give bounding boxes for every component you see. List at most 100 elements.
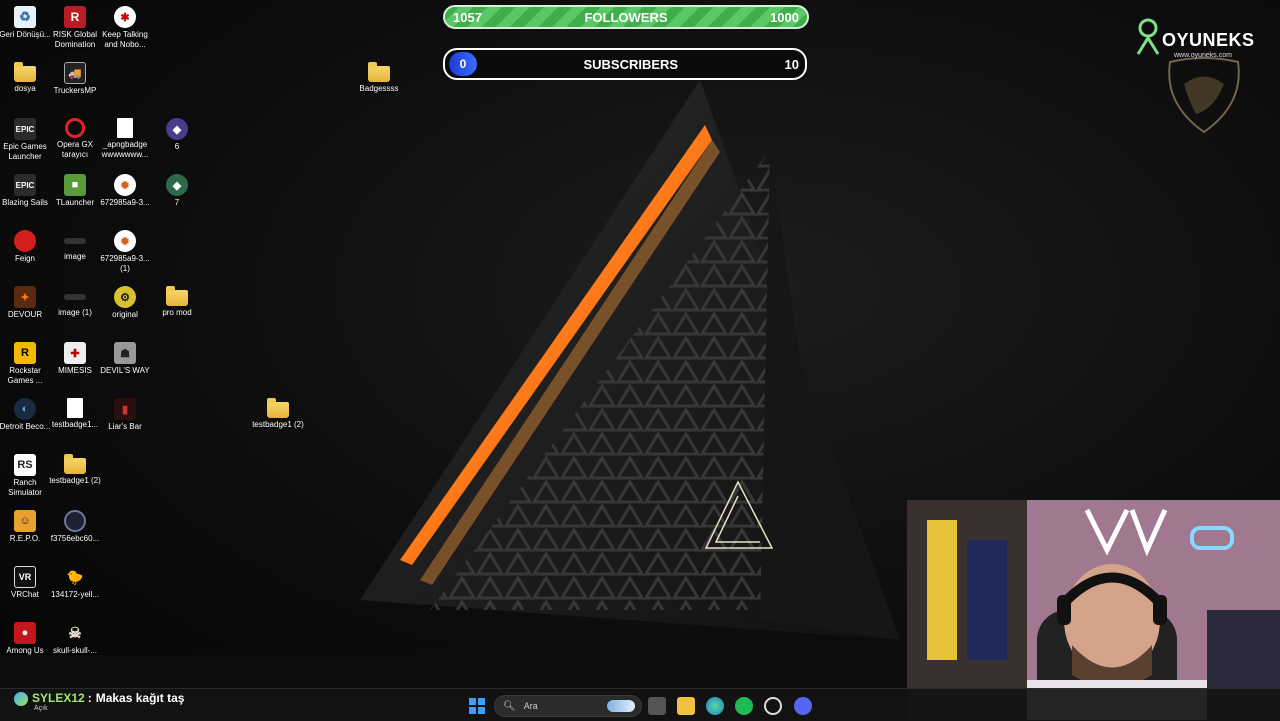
desktop-icon-tlauncher[interactable]: ■ TLauncher bbox=[50, 174, 100, 208]
desktop-icon-detroit[interactable]: ◐ Detroit Beco... bbox=[0, 398, 50, 432]
desktop-icon-truckersmp[interactable]: 🚚 TruckersMP bbox=[50, 62, 100, 96]
opera-icon bbox=[65, 118, 85, 138]
start-icon[interactable] bbox=[468, 697, 486, 715]
file-icon bbox=[117, 118, 133, 138]
search-placeholder: Ara bbox=[523, 701, 538, 711]
desktop-icon-risk[interactable]: R RISK Global Domination bbox=[50, 6, 100, 50]
desktop-icon-134172[interactable]: 🐤 134172-yell... bbox=[50, 566, 100, 600]
discord-icon[interactable] bbox=[794, 697, 812, 715]
desktop-icon-apngbadge[interactable]: _apngbadge wwwwwww... bbox=[100, 118, 150, 160]
recycle-bin-icon: ♻ bbox=[14, 6, 36, 28]
brand-url: www.oyuneks.com bbox=[1174, 52, 1232, 59]
chat-message: Makas kağıt taş bbox=[95, 691, 185, 705]
brand-name: OYUNEKS bbox=[1162, 30, 1255, 50]
desktop-icon-keep-talking[interactable]: ✱ Keep Talking and Nobo... bbox=[100, 6, 150, 50]
desktop-icon-pro-mod[interactable]: pro mod bbox=[152, 286, 202, 318]
folder-icon bbox=[267, 398, 289, 418]
widgets-icon[interactable] bbox=[607, 700, 635, 712]
subscribers-current: 0 bbox=[449, 52, 477, 76]
spotify-icon[interactable] bbox=[735, 697, 753, 715]
chat-separator: : bbox=[87, 691, 92, 705]
desktop-icon-skull[interactable]: ☠ skull-skull-... bbox=[50, 622, 100, 656]
subscribers-goal-bar: 0 SUBSCRIBERS 10 bbox=[443, 48, 807, 80]
epic-icon: EPIC bbox=[14, 118, 36, 140]
folder-icon bbox=[14, 62, 36, 82]
desktop-icon-epic-games[interactable]: EPIC Epic Games Launcher bbox=[0, 118, 50, 162]
desktop-icon-devils-way[interactable]: ☗ DEVIL'S WAY bbox=[100, 342, 150, 376]
taskbar-search-box[interactable]: 🔍︎ Ara bbox=[494, 695, 642, 717]
app-icon[interactable] bbox=[764, 697, 782, 715]
stream-chat-line: SYLEX12 : Makas kağıt taş Açık bbox=[14, 690, 184, 720]
gear-icon: ✹ bbox=[114, 230, 136, 252]
devour-icon: ✦ bbox=[14, 286, 36, 308]
ranch-icon: RS bbox=[14, 454, 36, 476]
oyuneks-brand: OYUNEKS www.oyuneks.com bbox=[1134, 14, 1264, 134]
task-view-icon[interactable] bbox=[648, 697, 666, 715]
desktop-icon-7[interactable]: ◆ 7 bbox=[152, 174, 202, 208]
desktop-icon-recycle-bin[interactable]: ♻ Geri Dönüşü... bbox=[0, 6, 51, 40]
image-icon bbox=[64, 510, 86, 532]
desktop-icon-image-1[interactable]: image (1) bbox=[50, 286, 100, 318]
detroit-icon: ◐ bbox=[14, 398, 36, 420]
rockstar-icon: R bbox=[14, 342, 36, 364]
folder-icon bbox=[64, 454, 86, 474]
truck-icon: 🚚 bbox=[64, 62, 86, 84]
search-icon: 🔍︎ bbox=[503, 700, 516, 712]
desktop-icon-testbadge1-2[interactable]: testbadge1 (2) bbox=[49, 454, 101, 486]
duck-icon: 🐤 bbox=[66, 568, 84, 585]
file-explorer-icon[interactable] bbox=[677, 697, 695, 715]
followers-goal-bar: 1057 FOLLOWERS 1000 bbox=[443, 5, 809, 29]
desktop-icon-opera-gx[interactable]: Opera GX tarayıcı bbox=[50, 118, 100, 160]
vrchat-icon: VR bbox=[14, 566, 36, 588]
streamer-webcam-image bbox=[907, 500, 1280, 720]
mimesis-icon: ✚ bbox=[64, 342, 86, 364]
image-icon bbox=[64, 238, 86, 244]
desktop-icon-blazing-sails[interactable]: EPIC Blazing Sails bbox=[0, 174, 50, 208]
desktop-icon-testbadge1[interactable]: testbadge1... bbox=[50, 398, 100, 430]
folder-icon bbox=[166, 286, 188, 306]
followers-goal: 1000 bbox=[770, 9, 799, 25]
desktop-icon-rockstar[interactable]: R Rockstar Games ... bbox=[0, 342, 50, 386]
desktop-icon-testbadge1-2-folder[interactable]: testbadge1 (2) bbox=[252, 398, 304, 430]
chat-username: SYLEX12 bbox=[32, 691, 85, 705]
chat-status: Açık bbox=[34, 705, 48, 712]
edge-icon[interactable] bbox=[706, 697, 724, 715]
badge-icon: ◆ bbox=[166, 174, 188, 196]
risk-icon: R bbox=[64, 6, 86, 28]
desktop-icon-672985a9-1[interactable]: ✹ 672985a9-3... (1) bbox=[100, 230, 150, 274]
epic-icon: EPIC bbox=[14, 174, 36, 196]
folder-icon bbox=[368, 62, 390, 82]
desktop-icon-badgessss[interactable]: Badgessss bbox=[354, 62, 404, 94]
file-icon bbox=[67, 398, 83, 418]
repo-icon: ☺ bbox=[14, 510, 36, 532]
windows-taskbar: 🔍︎ Ara bbox=[0, 688, 1280, 721]
skull-icon: ☠ bbox=[68, 625, 82, 642]
desktop-icon-672985a9[interactable]: ✹ 672985a9-3... bbox=[100, 174, 150, 208]
gear-icon: ✹ bbox=[114, 174, 136, 196]
devil-icon: ☗ bbox=[114, 342, 136, 364]
desktop-icon-feign[interactable]: Feign bbox=[0, 230, 50, 264]
desktop-icon-liars-bar[interactable]: ▮ Liar's Bar bbox=[100, 398, 150, 432]
image-icon bbox=[64, 294, 86, 300]
desktop-icon-original[interactable]: ⚙ original bbox=[100, 286, 150, 320]
subscribers-label: SUBSCRIBERS bbox=[583, 56, 679, 72]
desktop-icon-mimesis[interactable]: ✚ MIMESIS bbox=[50, 342, 100, 376]
desktop-icon-6[interactable]: ◆ 6 bbox=[152, 118, 202, 152]
desktop-icon-among-us[interactable]: ● Among Us bbox=[0, 622, 50, 656]
subscribers-goal: 10 bbox=[784, 56, 799, 72]
followers-label: FOLLOWERS bbox=[584, 9, 668, 25]
desktop-icon-dosya[interactable]: dosya bbox=[0, 62, 50, 94]
desktop-icon-f3756ebc60[interactable]: f3756ebc60... bbox=[50, 510, 100, 544]
webcam-feed bbox=[907, 500, 1280, 720]
feign-icon bbox=[14, 230, 36, 252]
followers-current: 1057 bbox=[453, 9, 482, 25]
ktane-icon: ✱ bbox=[114, 6, 136, 28]
desktop-icon-vrchat[interactable]: VR VRChat bbox=[0, 566, 50, 600]
desktop-icon-devour[interactable]: ✦ DEVOUR bbox=[0, 286, 50, 320]
desktop-icon-repo[interactable]: ☺ R.E.P.O. bbox=[0, 510, 50, 544]
desktop-icon-ranch-simulator[interactable]: RS Ranch Simulator bbox=[0, 454, 50, 498]
among-us-icon: ● bbox=[14, 622, 36, 644]
desktop-icon-image[interactable]: image bbox=[50, 230, 100, 262]
liars-bar-icon: ▮ bbox=[114, 398, 136, 420]
chat-user-avatar bbox=[14, 692, 28, 706]
